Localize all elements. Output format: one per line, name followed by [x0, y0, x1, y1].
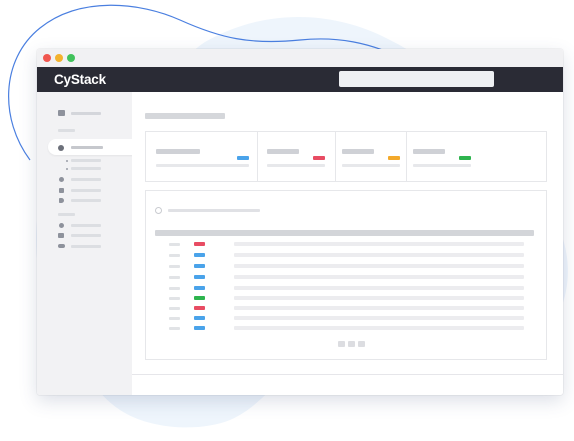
sidebar-section-label	[58, 213, 75, 216]
sidebar-item[interactable]	[71, 199, 101, 202]
minimize-window-button[interactable]	[55, 54, 63, 62]
search-input[interactable]	[339, 71, 494, 87]
stat-card[interactable]	[406, 131, 547, 182]
tag-icon	[59, 198, 64, 203]
panel-search-input[interactable]	[168, 209, 260, 212]
bullet-icon	[66, 160, 68, 162]
sidebar-subitem[interactable]	[71, 159, 101, 162]
window-titlebar	[37, 49, 563, 67]
severity-tag	[194, 296, 205, 300]
page-title	[145, 113, 225, 119]
close-window-button[interactable]	[43, 54, 51, 62]
severity-tag	[194, 253, 205, 257]
stat-label	[342, 149, 374, 154]
sidebar-item[interactable]	[71, 245, 101, 248]
footer-divider	[132, 374, 563, 375]
sidebar-item[interactable]	[71, 234, 101, 237]
search-icon	[58, 145, 64, 151]
brand-logo[interactable]: CyStack	[54, 71, 106, 88]
pagination-page-button[interactable]	[348, 341, 355, 347]
sidebar-item-dashboard[interactable]	[71, 112, 101, 115]
sidebar-subitem[interactable]	[71, 167, 101, 170]
stat-card[interactable]	[145, 131, 258, 182]
inbox-icon	[58, 233, 64, 238]
severity-tag	[194, 306, 205, 310]
chart-icon	[59, 188, 64, 193]
sidebar-item[interactable]	[71, 224, 101, 227]
stat-card[interactable]	[257, 131, 336, 182]
table-header	[155, 230, 534, 236]
browser-window: CyStack	[37, 49, 563, 395]
stat-label	[413, 149, 445, 154]
sidebar-item[interactable]	[71, 189, 101, 192]
status-badge	[313, 156, 325, 160]
main-content	[132, 92, 563, 395]
results-panel	[145, 190, 547, 360]
dashboard-icon	[58, 110, 65, 116]
stat-value	[267, 164, 325, 167]
app-header: CyStack	[37, 67, 563, 92]
gear-icon	[59, 223, 64, 228]
sidebar-item[interactable]	[71, 178, 101, 181]
status-badge	[237, 156, 249, 160]
status-badge	[459, 156, 471, 160]
toggle-icon	[58, 244, 65, 248]
severity-tag	[194, 286, 205, 290]
pagination-prev-button[interactable]	[338, 341, 345, 347]
stat-card[interactable]	[335, 131, 407, 182]
severity-tag	[194, 316, 205, 320]
stat-value	[342, 164, 400, 167]
severity-tag	[194, 326, 205, 330]
status-badge	[388, 156, 400, 160]
severity-tag	[194, 264, 205, 268]
stat-label	[267, 149, 299, 154]
bug-icon	[59, 177, 64, 182]
sidebar-item-label	[71, 146, 103, 149]
pagination-next-button[interactable]	[358, 341, 365, 347]
stat-label	[156, 149, 200, 154]
severity-tag	[194, 275, 205, 279]
severity-tag	[194, 242, 205, 246]
sidebar-section-label	[58, 129, 75, 132]
stat-value	[413, 164, 471, 167]
search-icon	[155, 207, 162, 214]
bullet-icon	[66, 168, 68, 170]
maximize-window-button[interactable]	[67, 54, 75, 62]
stat-value	[156, 164, 249, 167]
sidebar	[37, 92, 138, 395]
